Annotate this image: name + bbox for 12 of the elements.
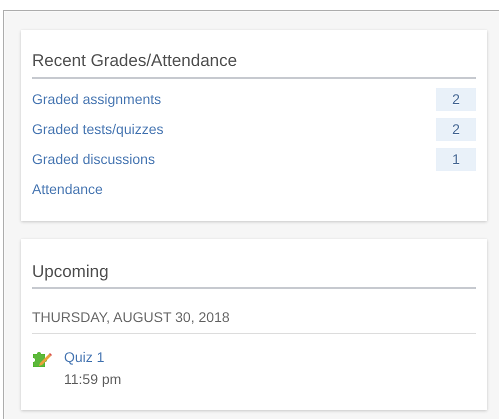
count-badge: 2 xyxy=(436,118,476,141)
grades-link[interactable]: Attendance xyxy=(32,179,103,200)
count-badge: 1 xyxy=(436,148,476,171)
section-heading: Recent Grades/Attendance xyxy=(32,50,238,72)
grades-link[interactable]: Graded assignments xyxy=(32,89,162,110)
date-heading: THURSDAY, AUGUST 30, 2018 xyxy=(32,308,231,327)
event-link[interactable]: Quiz 1 xyxy=(64,346,122,368)
section-heading: Upcoming xyxy=(32,260,110,282)
grades-link[interactable]: Graded tests/quizzes xyxy=(32,119,164,140)
count-badge: 2 xyxy=(436,88,476,111)
event-time: 11:59 pm xyxy=(64,370,122,389)
grades-link[interactable]: Graded discussions xyxy=(32,149,155,170)
